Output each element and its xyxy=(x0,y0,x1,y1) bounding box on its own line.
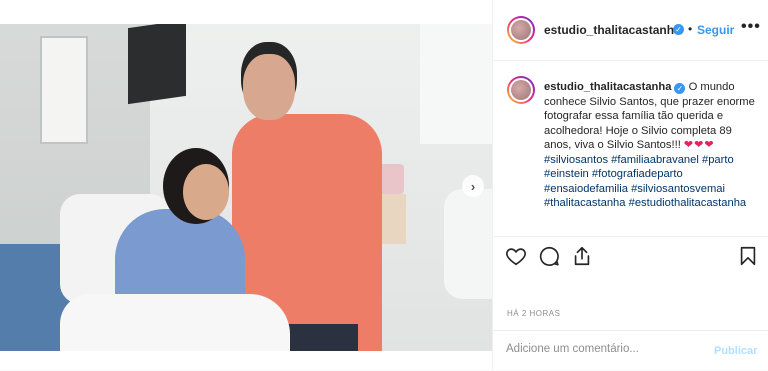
caption-text: estudio_thalitacastanha ✓ O mundo conhece… xyxy=(544,80,762,211)
comment-icon[interactable] xyxy=(538,245,560,267)
hashtag-link[interactable]: #familiaabravanel xyxy=(611,154,699,166)
hashtag-link[interactable]: #silviosantosvemai xyxy=(631,183,725,195)
comment-bar: Publicar xyxy=(493,330,768,371)
post-side-panel: estudio_thalitacastanha ✓ • Seguir ••• e… xyxy=(492,0,768,370)
action-bar xyxy=(493,236,768,277)
hashtag-link[interactable]: #ensaiodefamilia xyxy=(544,183,628,195)
post-header: estudio_thalitacastanha ✓ • Seguir ••• xyxy=(493,0,768,61)
comment-input[interactable] xyxy=(506,343,686,355)
photo-man-head xyxy=(243,54,295,120)
hashtag-link[interactable]: #parto xyxy=(702,154,734,166)
post-photo[interactable]: › xyxy=(0,24,492,351)
more-options-icon[interactable]: ••• xyxy=(741,18,761,36)
header-separator: • xyxy=(688,22,693,36)
publish-button[interactable]: Publicar xyxy=(714,345,757,357)
photo-window xyxy=(420,24,492,144)
heart-emoji-icons: ❤❤❤ xyxy=(683,139,715,151)
instagram-post: › estudio_thalitacastanha ✓ • Seguir •••… xyxy=(0,0,768,370)
share-icon[interactable] xyxy=(571,245,593,267)
hashtag-list: #silviosantos #familiaabravanel #parto #… xyxy=(544,154,746,210)
verified-badge-icon: ✓ xyxy=(673,24,684,35)
post-timestamp[interactable]: HÁ 2 HORAS xyxy=(507,309,560,318)
hashtag-link[interactable]: #silviosantos xyxy=(544,154,608,166)
caption-avatar[interactable] xyxy=(507,76,535,104)
hashtag-link[interactable]: #fotografiadeparto xyxy=(592,168,683,180)
hashtag-link[interactable]: #einstein xyxy=(544,168,589,180)
photo-blanket xyxy=(60,294,290,351)
follow-button[interactable]: Seguir xyxy=(697,23,734,37)
photo-tv xyxy=(128,24,186,105)
photo-bassinet xyxy=(444,189,492,299)
caption-username[interactable]: estudio_thalitacastanha xyxy=(544,81,671,93)
heart-icon[interactable] xyxy=(505,245,527,267)
next-photo-button[interactable]: › xyxy=(462,175,484,197)
hashtag-link[interactable]: #thalitacastanha xyxy=(544,197,625,209)
bookmark-icon[interactable] xyxy=(737,245,759,267)
photo-whiteboard xyxy=(40,36,88,144)
photo-woman-head xyxy=(183,164,229,220)
hashtag-link[interactable]: #estudiothalitacastanha xyxy=(629,197,747,209)
chevron-right-icon: › xyxy=(470,178,476,194)
avatar[interactable] xyxy=(507,16,535,44)
verified-badge-icon: ✓ xyxy=(674,83,686,94)
header-username[interactable]: estudio_thalitacastanha xyxy=(544,23,681,37)
